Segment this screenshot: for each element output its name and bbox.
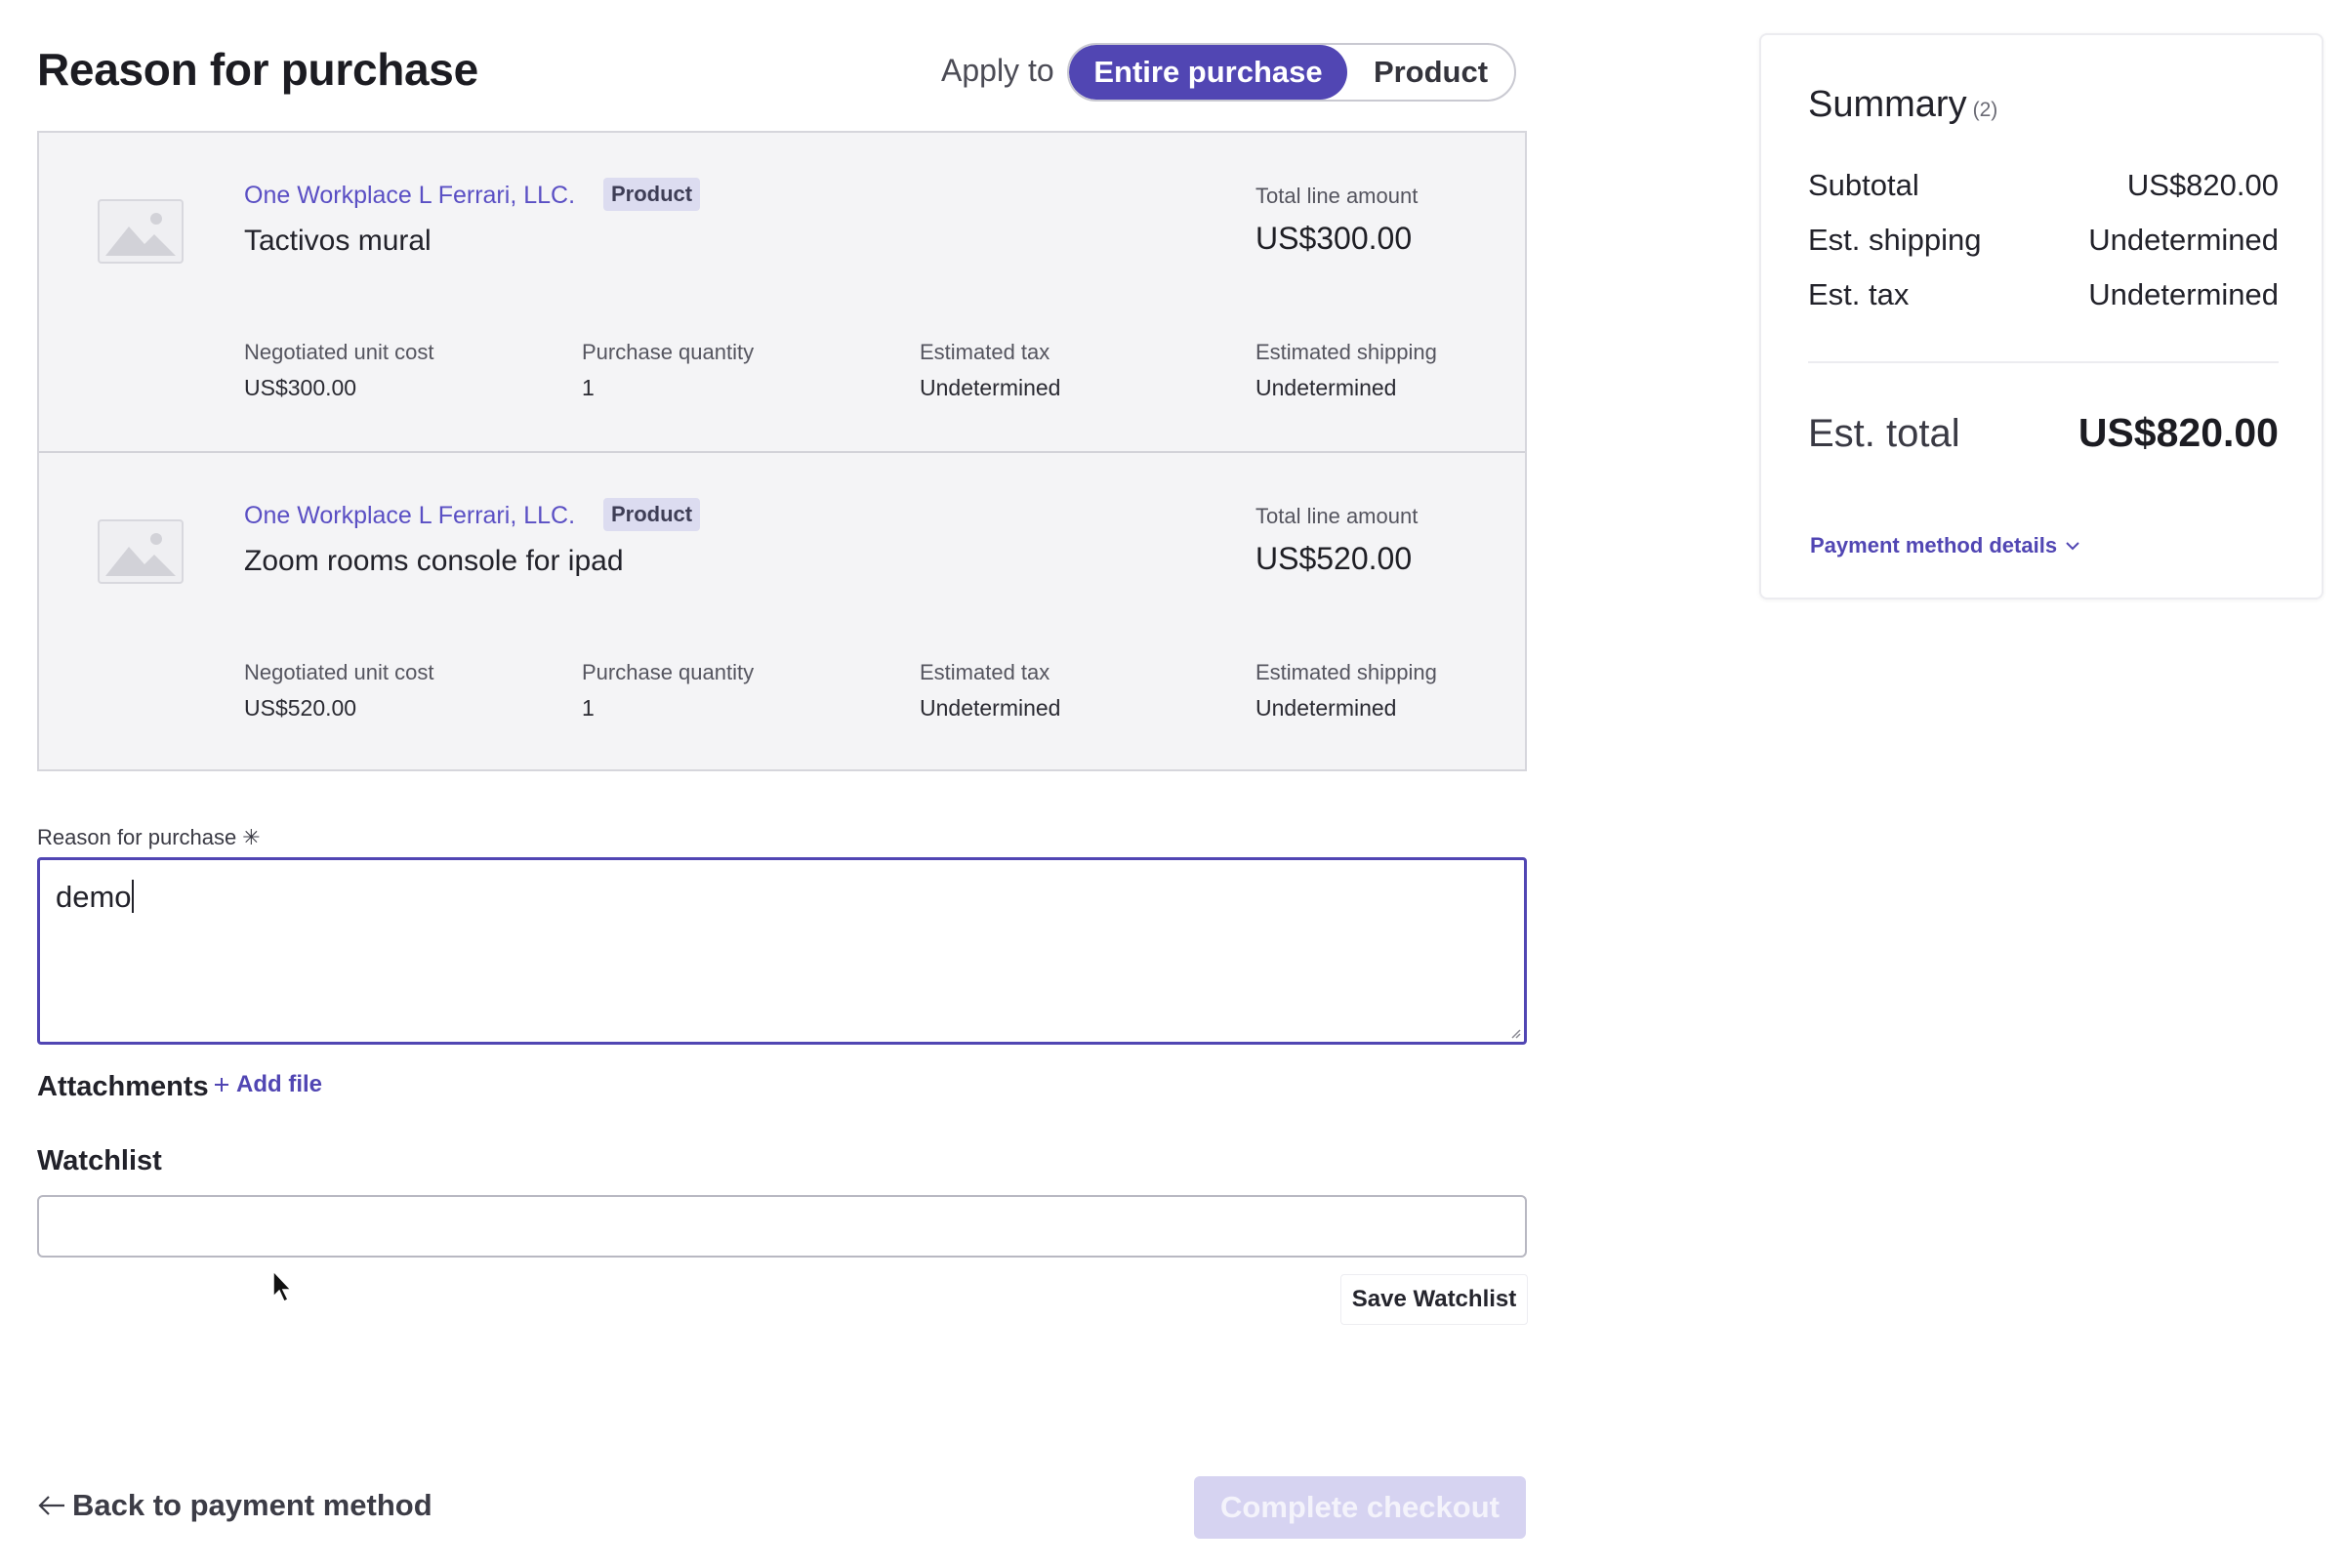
apply-to-label: Apply to — [941, 53, 1054, 88]
save-watchlist-button[interactable]: Save Watchlist — [1340, 1274, 1528, 1325]
required-asterisk-icon: ✳ — [242, 825, 261, 849]
line-items-panel: One Workplace L Ferrari, LLC. Product Ta… — [37, 131, 1527, 771]
add-file-label: Add file — [236, 1071, 322, 1097]
unit-cost-label: Negotiated unit cost — [244, 340, 434, 364]
add-file-button[interactable]: Add file — [213, 1071, 322, 1098]
quantity-value: 1 — [582, 375, 595, 400]
shipping-label: Est. shipping — [1808, 223, 1982, 257]
subtotal-label: Subtotal — [1808, 168, 1919, 202]
page-title: Reason for purchase — [37, 44, 478, 95]
mouse-cursor-icon — [272, 1269, 293, 1303]
watchlist-input[interactable] — [37, 1195, 1527, 1258]
reason-label-text: Reason for purchase — [37, 825, 237, 849]
unit-cost-value: US$520.00 — [244, 695, 357, 721]
total-line-amount-label: Total line amount — [1255, 184, 1419, 208]
total-line-amount-label: Total line amount — [1255, 504, 1419, 528]
chevron-down-icon — [2066, 542, 2079, 551]
summary-divider — [1808, 361, 2279, 363]
estimated-shipping-value: Undetermined — [1255, 695, 1397, 721]
estimated-shipping-value: Undetermined — [1255, 375, 1397, 400]
item-name: Zoom rooms console for ipad — [244, 545, 624, 577]
estimated-tax-label: Estimated tax — [920, 340, 1050, 364]
apply-entire-purchase-option[interactable]: Entire purchase — [1069, 45, 1347, 100]
summary-title: Summary (2) — [1808, 84, 1997, 126]
supplier-link[interactable]: One Workplace L Ferrari, LLC. — [244, 182, 575, 210]
tax-value: Undetermined — [2088, 277, 2279, 311]
summary-item-count: (2) — [1972, 99, 1998, 121]
text-caret — [131, 880, 134, 913]
summary-tax-row: Est. tax Undetermined — [1808, 277, 2279, 312]
subtotal-value: US$820.00 — [2126, 168, 2279, 202]
quantity-label: Purchase quantity — [582, 660, 755, 684]
item-name: Tactivos mural — [244, 225, 432, 257]
total-value: US$820.00 — [2078, 410, 2279, 455]
summary-title-text: Summary — [1808, 84, 1967, 125]
complete-checkout-button[interactable]: Complete checkout — [1194, 1476, 1526, 1539]
payment-details-label: Payment method details — [1810, 533, 2058, 557]
quantity-value: 1 — [582, 695, 595, 721]
resize-grip-icon[interactable] — [1509, 1027, 1521, 1039]
reason-field-label: Reason for purchase ✳ — [37, 825, 261, 850]
image-placeholder-icon — [98, 199, 184, 264]
shipping-value: Undetermined — [2088, 223, 2279, 257]
back-to-payment-link[interactable]: Back to payment method — [37, 1488, 432, 1523]
apply-product-option[interactable]: Product — [1347, 45, 1514, 100]
estimated-shipping-label: Estimated shipping — [1255, 660, 1437, 684]
unit-cost-label: Negotiated unit cost — [244, 660, 434, 684]
product-badge: Product — [603, 178, 701, 211]
arrow-left-icon — [38, 1496, 64, 1515]
estimated-shipping-label: Estimated shipping — [1255, 340, 1437, 364]
summary-card: Summary (2) Subtotal US$820.00 Est. shipp… — [1759, 33, 2324, 599]
reason-text-value: demo — [56, 880, 132, 914]
estimated-tax-value: Undetermined — [920, 695, 1061, 721]
summary-subtotal-row: Subtotal US$820.00 — [1808, 168, 2279, 203]
estimated-tax-label: Estimated tax — [920, 660, 1050, 684]
supplier-link[interactable]: One Workplace L Ferrari, LLC. — [244, 502, 575, 530]
estimated-tax-value: Undetermined — [920, 375, 1061, 400]
summary-shipping-row: Est. shipping Undetermined — [1808, 223, 2279, 258]
quantity-label: Purchase quantity — [582, 340, 755, 364]
product-badge: Product — [603, 498, 701, 531]
back-link-label: Back to payment method — [72, 1488, 432, 1522]
apply-to-toggle: Entire purchase Product — [1067, 43, 1516, 102]
reason-textarea[interactable]: demo — [37, 857, 1527, 1045]
total-label: Est. total — [1808, 412, 1960, 455]
tax-label: Est. tax — [1808, 277, 1910, 311]
summary-total-row: Est. total US$820.00 — [1808, 410, 2279, 456]
line-item: One Workplace L Ferrari, LLC. Product Ta… — [39, 133, 1525, 453]
plus-icon — [215, 1078, 228, 1092]
total-line-amount-value: US$300.00 — [1255, 221, 1413, 256]
unit-cost-value: US$300.00 — [244, 375, 357, 400]
payment-method-details-toggle[interactable]: Payment method details — [1810, 533, 2080, 558]
attachments-label: Attachments — [37, 1071, 209, 1102]
watchlist-label: Watchlist — [37, 1145, 162, 1176]
line-item: One Workplace L Ferrari, LLC. Product Zo… — [39, 453, 1525, 771]
image-placeholder-icon — [98, 519, 184, 584]
total-line-amount-value: US$520.00 — [1255, 541, 1413, 576]
